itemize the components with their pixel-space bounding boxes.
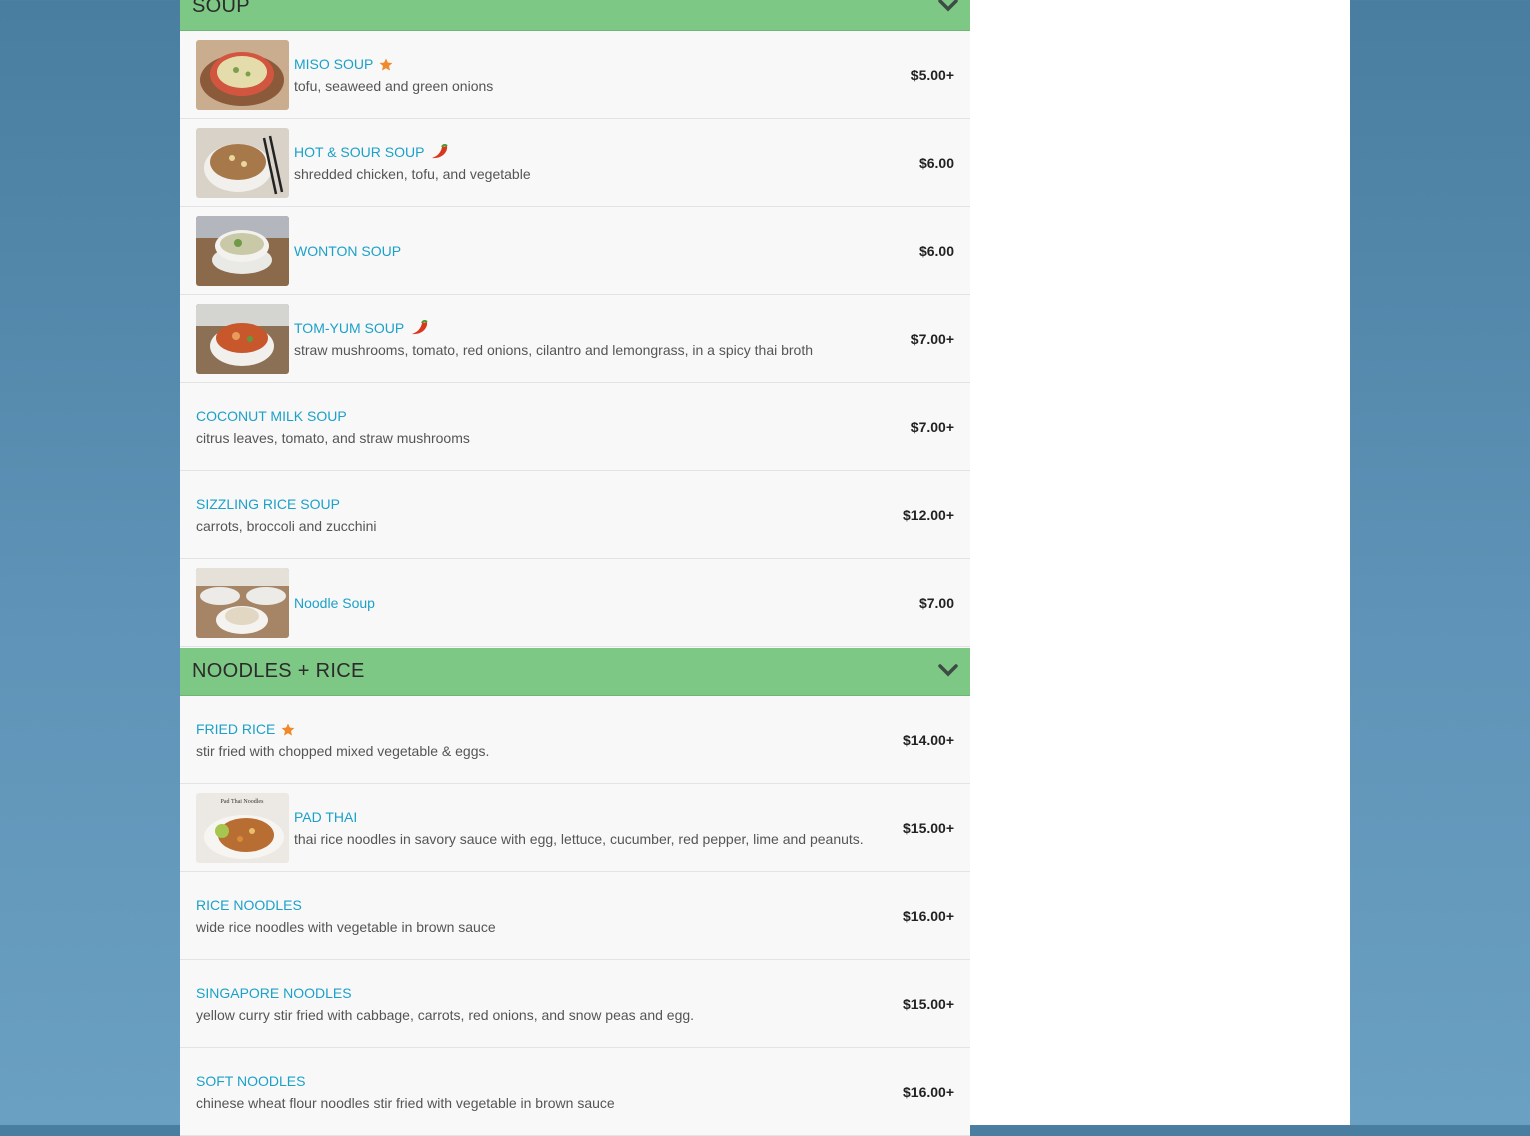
photo-caption: Pad Thai Noodles bbox=[221, 799, 265, 805]
chevron-down-icon[interactable] bbox=[938, 663, 958, 677]
item-price: $7.00 bbox=[918, 595, 954, 611]
item-name[interactable]: COCONUT MILK SOUP bbox=[196, 408, 347, 424]
star-icon bbox=[281, 723, 295, 735]
menu-item-wonton-soup[interactable]: WONTON SOUP $6.00 bbox=[180, 207, 970, 295]
item-name[interactable]: WONTON SOUP bbox=[294, 243, 401, 259]
item-photo bbox=[196, 304, 289, 374]
item-photo bbox=[196, 568, 289, 638]
item-name[interactable]: TOM-YUM SOUP bbox=[294, 320, 404, 336]
menu-item-sizzling-rice-soup[interactable]: SIZZLING RICE SOUP carrots, broccoli and… bbox=[180, 471, 970, 559]
menu-item-hot-sour-soup[interactable]: HOT & SOUR SOUP shredded chicken, tofu, … bbox=[180, 119, 970, 207]
item-description: wide rice noodles with vegetable in brow… bbox=[196, 919, 496, 935]
item-photo bbox=[196, 128, 289, 198]
chili-pepper-icon bbox=[432, 144, 449, 159]
item-description: shredded chicken, tofu, and vegetable bbox=[294, 166, 531, 182]
item-name[interactable]: MISO SOUP bbox=[294, 56, 373, 72]
page-content: SOUP MISO SOUP tofu, seaweed and green o… bbox=[180, 0, 1350, 1136]
item-price: $14.00+ bbox=[903, 732, 954, 748]
item-name[interactable]: SINGAPORE NOODLES bbox=[196, 985, 352, 1001]
item-price: $16.00+ bbox=[903, 908, 954, 924]
item-name[interactable]: PAD THAI bbox=[294, 809, 357, 825]
item-description: chinese wheat flour noodles stir fried w… bbox=[196, 1095, 615, 1111]
item-name[interactable]: RICE NOODLES bbox=[196, 897, 302, 913]
item-price: $6.00 bbox=[918, 155, 954, 171]
menu-item-fried-rice[interactable]: FRIED RICE stir fried with chopped mixed… bbox=[180, 696, 970, 784]
category-title: SOUP bbox=[192, 0, 250, 17]
item-price: $6.00 bbox=[918, 243, 954, 259]
chevron-down-icon[interactable] bbox=[938, 0, 958, 12]
menu-item-soft-noodles[interactable]: SOFT NOODLES chinese wheat flour noodles… bbox=[180, 1048, 970, 1136]
item-price: $7.00+ bbox=[910, 331, 954, 347]
item-price: $7.00+ bbox=[910, 419, 954, 435]
item-name[interactable]: Noodle Soup bbox=[294, 595, 375, 611]
item-description: tofu, seaweed and green onions bbox=[294, 78, 494, 94]
item-description: straw mushrooms, tomato, red onions, cil… bbox=[294, 342, 814, 358]
menu-item-noodle-soup[interactable]: Noodle Soup $7.00 bbox=[180, 559, 970, 647]
chili-pepper-icon bbox=[412, 320, 428, 335]
item-price: $5.00+ bbox=[910, 67, 954, 83]
item-price: $15.00+ bbox=[903, 996, 954, 1012]
item-description: citrus leaves, tomato, and straw mushroo… bbox=[196, 430, 470, 446]
item-price: $12.00+ bbox=[903, 507, 954, 523]
item-description: thai rice noodles in savory sauce with e… bbox=[294, 831, 864, 847]
menu-item-miso-soup[interactable]: MISO SOUP tofu, seaweed and green onions… bbox=[180, 31, 970, 119]
item-photo bbox=[196, 40, 289, 110]
menu-column: SOUP MISO SOUP tofu, seaweed and green o… bbox=[180, 0, 970, 1136]
item-name[interactable]: SIZZLING RICE SOUP bbox=[196, 496, 340, 512]
menu-item-singapore-noodles[interactable]: SINGAPORE NOODLES yellow curry stir frie… bbox=[180, 960, 970, 1048]
item-price: $15.00+ bbox=[903, 820, 954, 836]
menu-item-pad-thai[interactable]: Pad Thai Noodles PAD THAI thai rice nood… bbox=[180, 784, 970, 872]
category-title: NOODLES + RICE bbox=[192, 660, 365, 682]
menu-item-rice-noodles[interactable]: RICE NOODLES wide rice noodles with vege… bbox=[180, 872, 970, 960]
item-description: yellow curry stir fried with cabbage, ca… bbox=[196, 1007, 695, 1023]
star-icon bbox=[379, 58, 393, 70]
menu-item-tom-yum-soup[interactable]: TOM-YUM SOUP straw mushrooms, tomato, re… bbox=[180, 295, 970, 383]
menu-item-coconut-milk-soup[interactable]: COCONUT MILK SOUP citrus leaves, tomato,… bbox=[180, 383, 970, 471]
item-photo: Pad Thai Noodles bbox=[196, 793, 289, 863]
item-photo bbox=[196, 216, 289, 286]
item-price: $16.00+ bbox=[903, 1084, 954, 1100]
item-name[interactable]: FRIED RICE bbox=[196, 721, 275, 737]
item-name[interactable]: SOFT NOODLES bbox=[196, 1073, 305, 1089]
item-name[interactable]: HOT & SOUR SOUP bbox=[294, 144, 424, 160]
category-header-soup[interactable]: SOUP bbox=[180, 0, 970, 31]
category-header-noodles-rice[interactable]: NOODLES + RICE bbox=[180, 648, 970, 696]
item-description: stir fried with chopped mixed vegetable … bbox=[196, 743, 490, 759]
item-description: carrots, broccoli and zucchini bbox=[196, 518, 377, 534]
